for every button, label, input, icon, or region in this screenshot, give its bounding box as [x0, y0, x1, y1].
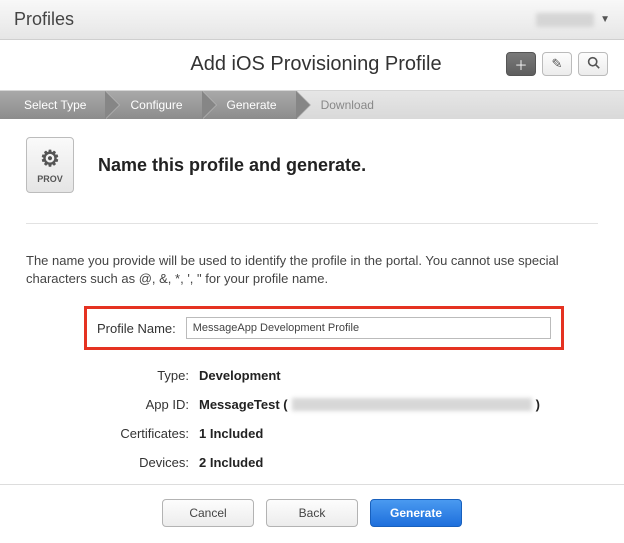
- appid-redacted: [292, 398, 532, 411]
- step-label: Configure: [130, 98, 182, 112]
- sub-header-title: Add iOS Provisioning Profile: [126, 53, 506, 76]
- content-area: ⚙ PROV Name this profile and generate. T…: [0, 119, 624, 494]
- caret-down-icon: ▼: [600, 14, 610, 25]
- appid-prefix: MessageTest (: [199, 397, 288, 412]
- sub-header: Add iOS Provisioning Profile ＋ ✎: [0, 40, 624, 91]
- step-configure[interactable]: Configure: [106, 91, 202, 119]
- button-label: Back: [299, 506, 326, 520]
- sub-header-actions: ＋ ✎: [506, 52, 608, 76]
- search-button[interactable]: [578, 52, 608, 76]
- step-label: Select Type: [24, 98, 86, 112]
- step-label: Generate: [227, 98, 277, 112]
- profile-name-input[interactable]: [186, 317, 551, 339]
- button-label: Generate: [390, 506, 442, 520]
- back-button[interactable]: Back: [266, 499, 358, 527]
- generate-button[interactable]: Generate: [370, 499, 462, 527]
- type-value: Development: [199, 368, 281, 383]
- devices-value: 2 Included: [199, 455, 263, 470]
- icon-caption: PROV: [37, 174, 63, 184]
- user-menu[interactable]: ▼: [536, 13, 610, 27]
- gear-icon: ⚙: [40, 146, 60, 172]
- top-header: Profiles ▼: [0, 0, 624, 40]
- button-label: Cancel: [189, 506, 226, 520]
- edit-button[interactable]: ✎: [542, 52, 572, 76]
- plus-icon: ＋: [514, 55, 527, 74]
- certificates-value: 1 Included: [199, 426, 263, 441]
- appid-suffix: ): [536, 397, 540, 412]
- add-button[interactable]: ＋: [506, 52, 536, 76]
- certificates-label: Certificates:: [94, 426, 189, 441]
- provisioning-profile-icon: ⚙ PROV: [26, 137, 74, 193]
- devices-label: Devices:: [94, 455, 189, 470]
- profile-name-label: Profile Name:: [97, 321, 176, 336]
- instructions-text: The name you provide will be used to ide…: [26, 252, 598, 288]
- profile-details: Type: Development App ID: MessageTest ( …: [26, 368, 598, 470]
- profile-name-highlight: Profile Name:: [84, 306, 564, 350]
- step-select-type[interactable]: Select Type: [0, 91, 106, 119]
- hero: ⚙ PROV Name this profile and generate.: [26, 137, 598, 224]
- user-name-redacted: [536, 13, 594, 27]
- step-download: Download: [297, 91, 624, 119]
- type-label: Type:: [94, 368, 189, 383]
- step-generate[interactable]: Generate: [203, 91, 297, 119]
- step-label: Download: [321, 98, 374, 112]
- footer-actions: Cancel Back Generate: [0, 484, 624, 527]
- wizard-steps: Select Type Configure Generate Download: [0, 91, 624, 119]
- appid-label: App ID:: [94, 397, 189, 412]
- edit-icon: ✎: [552, 56, 563, 72]
- hero-title: Name this profile and generate.: [98, 155, 366, 176]
- search-icon: [587, 56, 600, 72]
- cancel-button[interactable]: Cancel: [162, 499, 254, 527]
- page-title: Profiles: [14, 9, 74, 30]
- appid-value: MessageTest ( ): [199, 397, 540, 412]
